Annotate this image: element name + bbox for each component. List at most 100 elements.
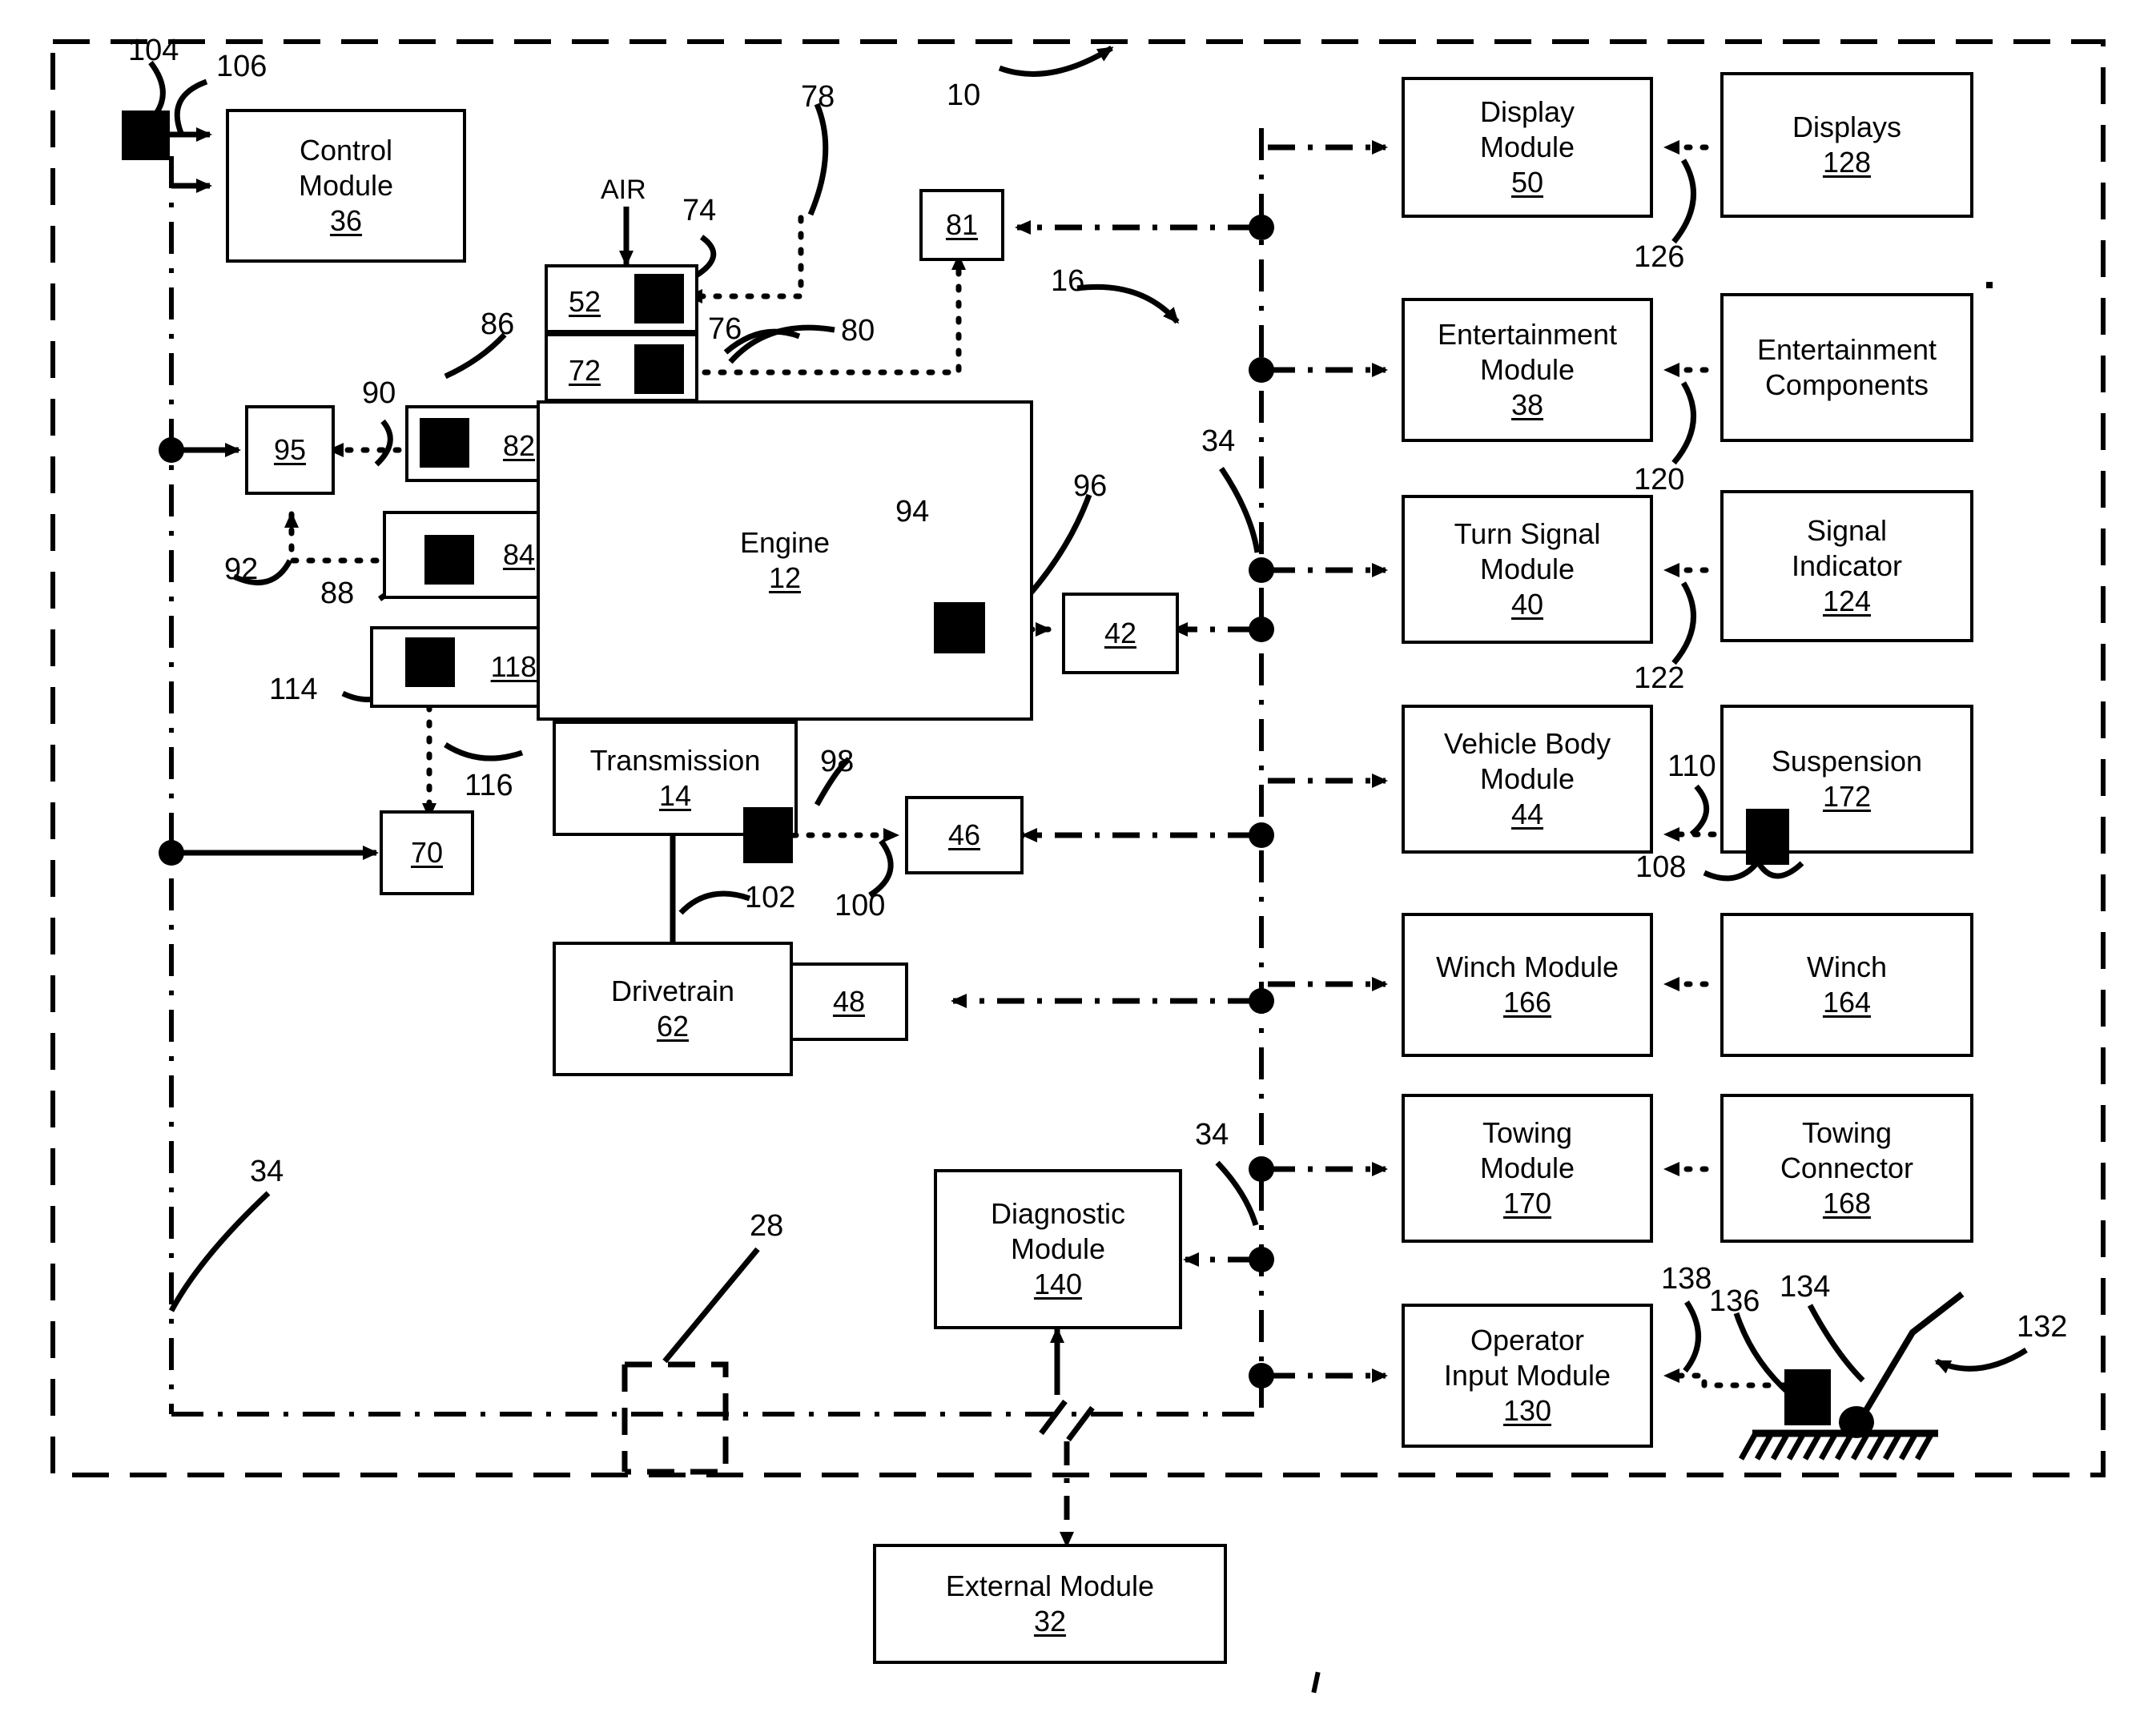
entertainment-module-number: 38 (1510, 388, 1544, 421)
towing-module-box[interactable]: Towing Module 170 (1402, 1094, 1653, 1243)
winch-module-box[interactable]: Winch Module 166 (1402, 913, 1653, 1057)
winch-module-title: Winch Module (1435, 950, 1619, 984)
ref-86: 86 (481, 307, 515, 341)
vehicle-body-module-number: 44 (1510, 797, 1544, 830)
winch-module-number: 166 (1502, 986, 1552, 1019)
ref-106: 106 (216, 50, 267, 83)
display-module-box[interactable]: Display Module 50 (1402, 77, 1653, 218)
switch-pivot (1839, 1406, 1874, 1438)
ref-116: 116 (465, 769, 513, 802)
ref-138: 138 (1661, 1262, 1712, 1296)
operator-input-module-box[interactable]: Operator Input Module 130 (1402, 1304, 1653, 1448)
ref-98: 98 (820, 745, 855, 778)
turn-signal-module-number: 40 (1510, 587, 1544, 621)
engine-box[interactable]: Engine 12 (537, 400, 1033, 721)
ref-34-left: 34 (250, 1155, 284, 1188)
towing-connector-box[interactable]: Towing Connector 168 (1720, 1094, 1973, 1243)
ref-100: 100 (835, 889, 886, 922)
ref-80: 80 (841, 314, 875, 348)
signal-80-to-81 (702, 253, 966, 376)
external-module-box[interactable]: External Module 32 (873, 1544, 1227, 1664)
box-46[interactable]: 46 (905, 796, 1024, 874)
turn-signal-module-title: Turn Signal Module (1454, 517, 1601, 586)
signal-76-to-81 (686, 215, 804, 303)
ref-34-bus-mid: 34 (1195, 1118, 1229, 1151)
ref-90: 90 (362, 376, 396, 410)
box-52-number: 70 (410, 836, 444, 869)
box-81-number: 81 (945, 208, 979, 241)
leader-102 (678, 890, 751, 915)
displays-number: 128 (1822, 146, 1872, 179)
ref-126: 126 (1634, 240, 1685, 274)
engine-title: Engine (739, 526, 831, 560)
box-118-number: 118 (490, 650, 537, 683)
ref-92: 92 (224, 553, 259, 586)
box-42[interactable]: 42 (1062, 593, 1179, 674)
diagnostic-module-title: Diagnostic Module (990, 1197, 1126, 1266)
drivetrain-number: 62 (656, 1010, 690, 1043)
diagnostic-module-box[interactable]: Diagnostic Module 140 (934, 1169, 1182, 1329)
leader-100 (868, 838, 894, 898)
box-95-number: 95 (273, 433, 307, 466)
suspension-number: 172 (1822, 780, 1872, 813)
external-module-title: External Module (945, 1569, 1155, 1603)
break-mark (1039, 1399, 1095, 1442)
leader-106 (174, 78, 208, 135)
signal-indicator-number: 124 (1822, 584, 1872, 617)
display-module-number: 50 (1510, 165, 1544, 199)
ref-136: 136 (1709, 1284, 1760, 1318)
vehicle-body-module-title: Vehicle Body Module (1443, 727, 1611, 796)
box-52[interactable]: 70 (380, 810, 474, 895)
ref-120: 120 (1634, 463, 1685, 496)
control-module-title: Control Module (298, 134, 394, 203)
winch-number: 164 (1822, 986, 1872, 1019)
sensor-104 (122, 111, 170, 160)
sensor-86 (420, 418, 469, 468)
ref-94: 94 (895, 495, 930, 528)
box-95[interactable]: 95 (245, 405, 335, 495)
connector-28-bracket (621, 1361, 729, 1475)
box-46-number: 46 (947, 818, 981, 851)
leader-16 (1076, 283, 1180, 324)
operator-input-module-number: 130 (1502, 1393, 1552, 1427)
winch-box[interactable]: Winch 164 (1720, 913, 1973, 1057)
suspension-title: Suspension (1771, 745, 1923, 778)
ref-78: 78 (801, 80, 835, 114)
ref-16: 16 (1051, 264, 1085, 298)
transmission-title: Transmission (589, 744, 761, 778)
ref-34-bus-top: 34 (1201, 424, 1236, 458)
displays-box[interactable]: Displays 128 (1720, 72, 1973, 218)
leader-110 (1689, 784, 1710, 837)
leader-122 (1671, 581, 1696, 665)
ref-134: 134 (1780, 1270, 1831, 1304)
vehicle-body-module-box[interactable]: Vehicle Body Module 44 (1402, 705, 1653, 854)
box-70-number: 72 (569, 354, 601, 387)
leader-80 (728, 324, 835, 364)
transmission-number: 14 (658, 779, 692, 812)
towing-connector-title: Towing Connector (1780, 1116, 1914, 1185)
diagnostic-module-number: 140 (1033, 1267, 1083, 1300)
ref-28: 28 (750, 1209, 784, 1243)
turn-signal-module-box[interactable]: Turn Signal Module 40 (1402, 495, 1653, 644)
leader-suspension-sensor (1756, 861, 1804, 879)
drivetrain-box[interactable]: Drivetrain 62 (553, 942, 793, 1076)
ref-76: 76 (708, 312, 742, 346)
box-48[interactable]: 48 (790, 962, 908, 1041)
towing-module-number: 170 (1502, 1186, 1552, 1220)
leader-132 (1934, 1348, 2028, 1374)
entertainment-module-box[interactable]: Entertainment Module 38 (1402, 298, 1653, 442)
leader-34-left (168, 1191, 271, 1312)
control-module-box[interactable]: Control Module 36 (226, 109, 466, 263)
operator-input-module-title: Operator Input Module (1443, 1324, 1611, 1392)
sensor-98 (743, 807, 793, 863)
ref-96: 96 (1073, 469, 1108, 503)
external-module-number: 32 (1033, 1605, 1067, 1638)
box-118[interactable]: 118 (370, 626, 556, 708)
air-label: AIR (601, 175, 646, 205)
signal-indicator-box[interactable]: Signal Indicator 124 (1720, 490, 1973, 642)
leader-116 (444, 742, 524, 762)
leader-78 (807, 102, 829, 216)
entertainment-components-box[interactable]: Entertainment Components (1720, 293, 1973, 442)
box-81[interactable]: 81 (919, 189, 1004, 261)
leader-138 (1683, 1300, 1701, 1373)
